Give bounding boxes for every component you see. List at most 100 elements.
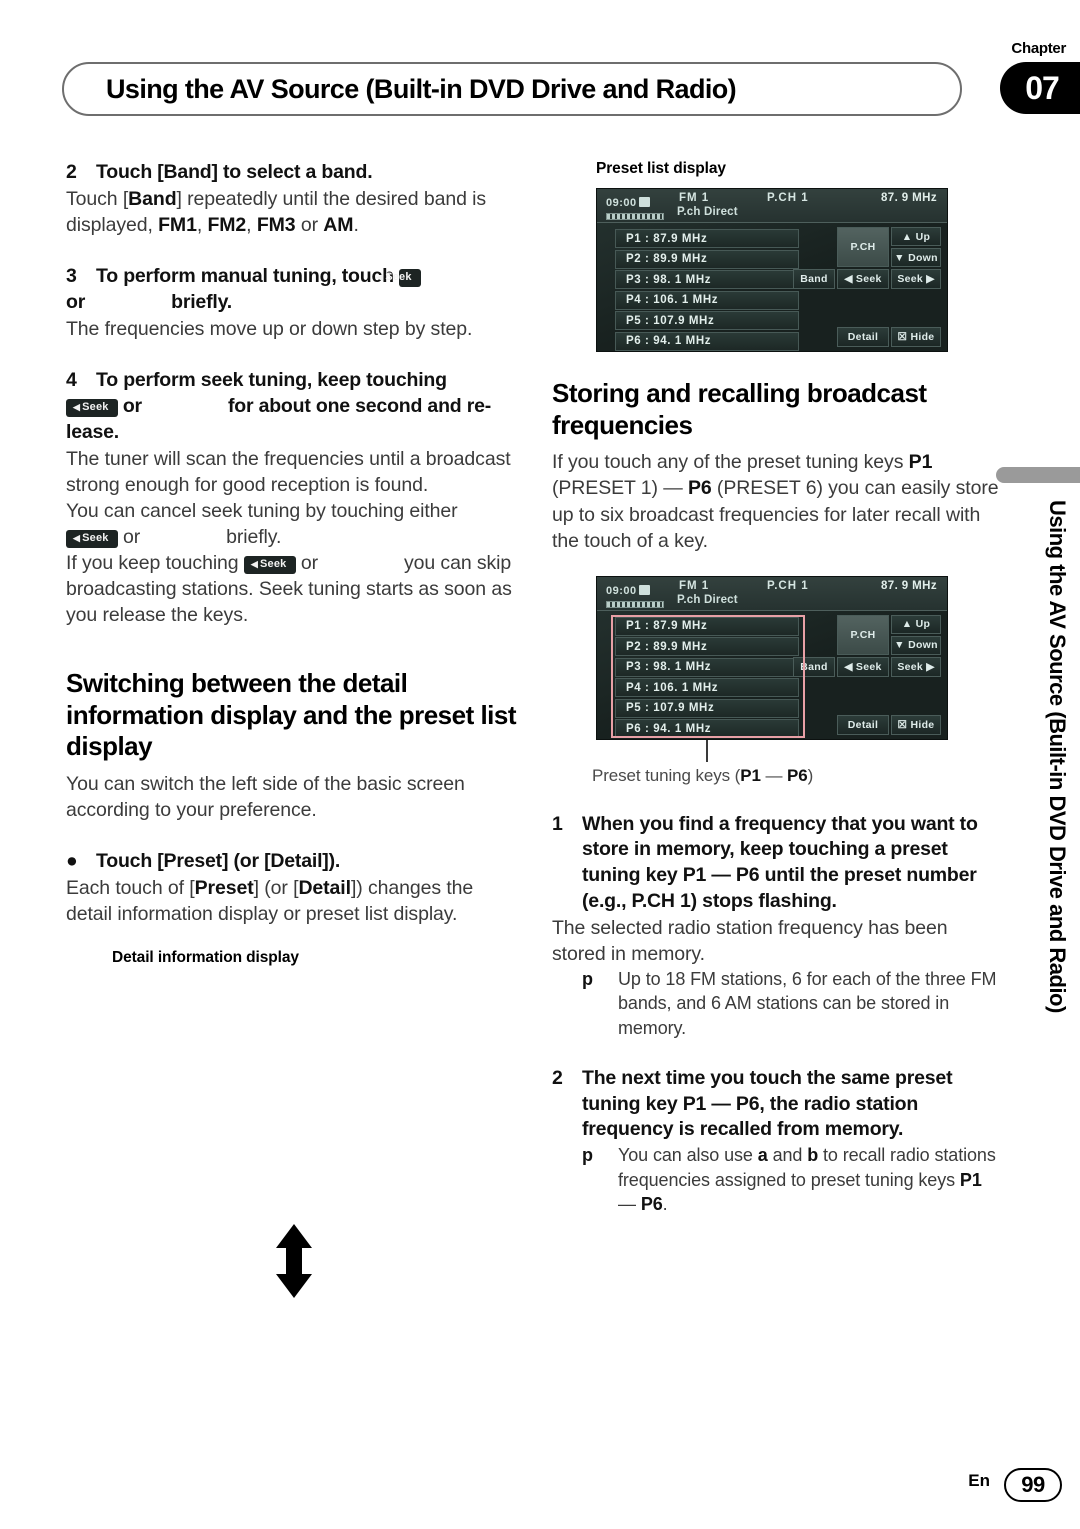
stereo-preset-label: P1 : 87.9 MHz	[626, 620, 708, 633]
bullet-body-a: Each touch of [	[66, 876, 195, 899]
stereo-pch-button[interactable]: P.CH	[837, 227, 889, 267]
step-2-or: or	[295, 213, 324, 236]
stereo-status-bar: 09:00 FM 1 P.CH 1 87. 9 MHz P.ch Direct	[597, 189, 947, 223]
stereo-preset-row[interactable]: P1 : 87.9 MHz	[615, 229, 799, 248]
stereo-clock-block: 09:00	[606, 193, 666, 220]
band-key-ref: Band	[128, 187, 177, 210]
note-dash: —	[618, 1193, 641, 1214]
caption-a: Preset tuning keys (	[592, 765, 741, 785]
key-b-ref: b	[807, 1145, 819, 1166]
stereo-seek-left-button[interactable]: ◀ Seek	[837, 656, 889, 677]
stereo-preset-row[interactable]: P6 : 94. 1 MHz	[615, 331, 799, 351]
step-4-number: 4	[66, 368, 77, 391]
side-thumb-tab	[996, 467, 1080, 483]
note-marker: p	[582, 1145, 593, 1166]
stereo-pch-direct-label: P.ch Direct	[677, 593, 738, 606]
note-end: .	[662, 1193, 668, 1214]
stereo-preset-row[interactable]: P3 : 98. 1 MHz	[615, 657, 799, 677]
stereo-hide-button[interactable]: ☒ Hide	[891, 714, 941, 735]
seek-left-icon: ◀ Seek	[66, 398, 118, 417]
stereo-preset-label: P6 : 94. 1 MHz	[626, 335, 712, 347]
detail-key-ref: Detail	[298, 876, 351, 899]
stereo-preset-row[interactable]: P4 : 106. 1 MHz	[615, 678, 799, 698]
stereo-detail-button[interactable]: Detail	[837, 327, 889, 347]
stereo-preset-label: P3 : 98. 1 MHz	[626, 273, 712, 286]
seek-left-label: Seek	[82, 400, 109, 413]
seek-left-label: Seek	[385, 270, 412, 283]
step-4-body3-a: If you keep touching	[66, 551, 239, 574]
stereo-preset-row[interactable]: P5 : 107.9 MHz	[615, 311, 799, 330]
callout-leader-area	[596, 739, 1000, 766]
stereo-level-meter-icon	[606, 600, 664, 608]
store-step-1-number: 1	[552, 812, 563, 835]
stereo-preset-label: P2 : 89.9 MHz	[626, 253, 708, 265]
seek-left-label: Seek	[82, 531, 109, 544]
bullet-touch-preset: ● Touch [Preset] (or [Detail]).	[66, 849, 518, 875]
stereo-preset-row[interactable]: P2 : 89.9 MHz	[615, 249, 799, 269]
triangle-left-icon: ◀	[73, 401, 81, 412]
step-4-heading: 4 To perform seek tuning, keep touching	[66, 368, 518, 394]
step-4-body2-or: or	[122, 525, 141, 548]
step-4-or: or	[122, 394, 142, 417]
running-head-vertical: Using the AV Source (Built-in DVD Drive …	[1045, 500, 1070, 1013]
stereo-seek-right-button[interactable]: Seek ▶	[891, 269, 941, 289]
seek-left-icon: ◀ Seek	[66, 529, 118, 548]
stereo-up-button[interactable]: ▲ Up	[891, 614, 941, 634]
stereo-preset-label: P4 : 106. 1 MHz	[626, 681, 719, 694]
chapter-label: Chapter	[1011, 40, 1066, 57]
stereo-preset-label: P6 : 94. 1 MHz	[626, 722, 712, 735]
step-4-body3-or: or	[300, 551, 318, 574]
stereo-hide-button[interactable]: ☒ Hide	[891, 327, 941, 347]
left-column: 2 Touch [Band] to select a band. Touch [B…	[66, 160, 518, 967]
step-4-body2-end: briefly.	[226, 525, 282, 548]
note-text: Up to 18 FM stations, 6 for each of the …	[618, 969, 997, 1038]
step-2-body: Touch [Band] repeatedly until the desire…	[66, 187, 487, 236]
seek-left-icon: ◀ Seek	[376, 268, 421, 287]
am-ref: AM	[323, 213, 354, 236]
key-a-ref: a	[757, 1145, 768, 1166]
chapter-number-tab: 07	[1000, 62, 1080, 114]
bullet-body-b: ] (or [	[253, 876, 299, 899]
step-2-heading-text: Touch [Band] to select a band.	[96, 161, 373, 183]
storing-body-b: (PRESET 1) —	[552, 477, 688, 500]
stereo-preset-label: P3 : 98. 1 MHz	[626, 661, 712, 674]
note-and: and	[767, 1145, 808, 1166]
step-3-heading: 3 To perform manual tuning, touch ◀ Seek	[66, 264, 518, 290]
stereo-preset-label: P1 : 87.9 MHz	[626, 232, 708, 245]
stereo-preset-row[interactable]: P4 : 106. 1 MHz	[615, 290, 799, 310]
step-4-heading-text-b: for about one second and re-	[227, 394, 492, 417]
stereo-screen-preset-list: 09:00 FM 1 P.CH 1 87. 9 MHz P.ch Direct …	[596, 188, 948, 352]
preset-key-ref: Preset	[194, 876, 254, 899]
stereo-preset-label: P4 : 106. 1 MHz	[626, 294, 719, 306]
stereo-down-button[interactable]: ▼ Down	[891, 635, 941, 655]
step-3-heading-text: To perform manual tuning, touch	[96, 264, 400, 287]
store-step-1-note: p Up to 18 FM stations, 6 for each of the…	[552, 967, 1000, 1039]
step-4-body-2-line2: ◀ Seek or briefly.	[66, 524, 518, 550]
store-step-1-body: The selected radio station frequency has…	[552, 917, 948, 966]
stereo-seek-right-button[interactable]: Seek ▶	[891, 656, 941, 677]
triangle-left-icon: ◀	[250, 558, 258, 569]
stereo-preset-row[interactable]: P1 : 87.9 MHz	[615, 616, 799, 636]
stereo-band-button[interactable]: Band	[793, 656, 835, 677]
triangle-left-icon: ◀	[376, 271, 384, 282]
stereo-down-button[interactable]: ▼ Down	[891, 248, 941, 267]
stereo-seek-left-button[interactable]: ◀ Seek	[837, 269, 889, 289]
stereo-detail-button[interactable]: Detail	[837, 714, 889, 735]
stereo-preset-row[interactable]: P3 : 98. 1 MHz	[615, 270, 799, 289]
stereo-preset-row[interactable]: P6 : 94. 1 MHz	[615, 719, 799, 739]
step-2-body-a: Touch [	[66, 187, 129, 210]
stereo-preset-row[interactable]: P2 : 89.9 MHz	[615, 637, 799, 657]
stereo-preset-row[interactable]: P5 : 107.9 MHz	[615, 698, 799, 718]
store-step-2-heading: 2 The next time you touch the same preset…	[552, 1066, 1000, 1144]
step-3-number: 3	[66, 264, 77, 287]
note-p1: P1	[959, 1169, 982, 1190]
stereo-up-button[interactable]: ▲ Up	[891, 227, 941, 246]
note-text-a: You can also use	[618, 1145, 758, 1166]
fm3-ref: FM3	[256, 213, 296, 236]
chapter-number: 07	[1025, 69, 1060, 106]
step-4-heading-line2: ◀ Seek or for about one second and re-	[66, 394, 518, 420]
seek-right-icon-placeholder	[140, 537, 226, 538]
stereo-pch-button[interactable]: P.CH	[837, 614, 889, 655]
stereo-band-button[interactable]: Band	[793, 269, 835, 289]
stereo-pch-direct-label: P.ch Direct	[677, 206, 738, 218]
